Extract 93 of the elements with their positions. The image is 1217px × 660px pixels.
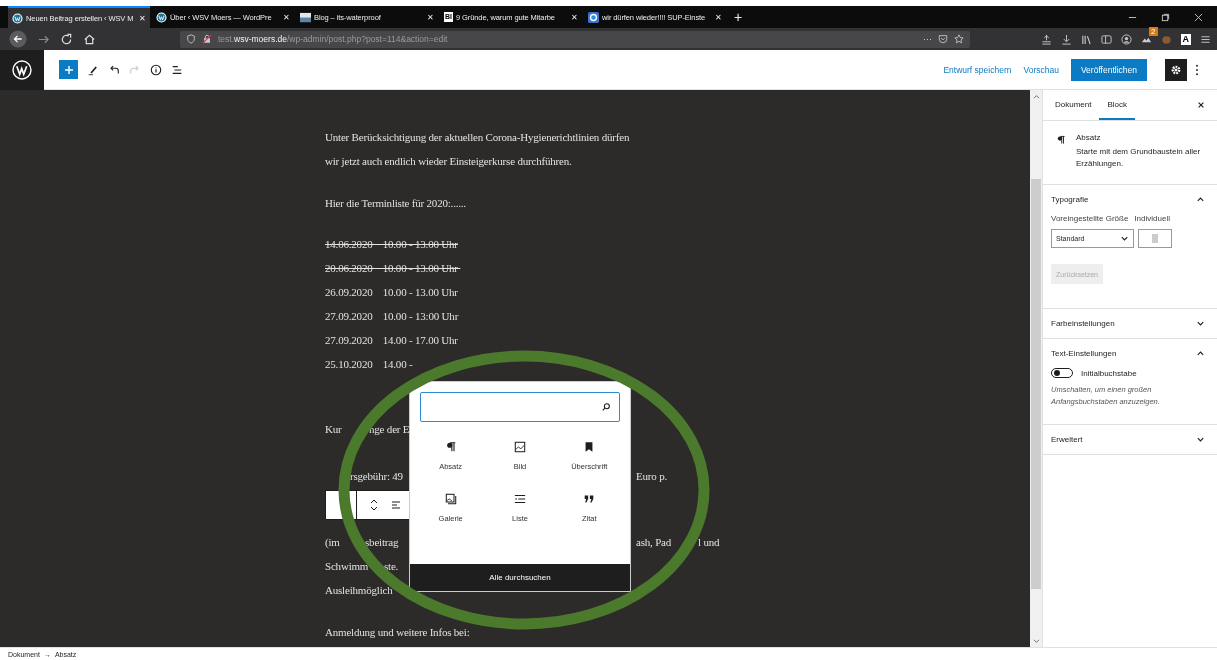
- list-icon: [514, 493, 526, 505]
- field-label: Individuell: [1134, 214, 1170, 223]
- paragraph-text: Schwimm: [325, 559, 369, 573]
- shield-icon: [186, 34, 196, 44]
- browse-all-button[interactable]: Alle durchsuchen: [410, 564, 630, 591]
- close-icon[interactable]: ✕: [139, 13, 146, 23]
- toggle-switch[interactable]: [1051, 368, 1073, 378]
- scrollbar[interactable]: [1030, 90, 1042, 647]
- account-icon[interactable]: [1120, 33, 1132, 45]
- chevron-icon[interactable]: [1196, 435, 1205, 444]
- block-description: Starte mit dem Grundbaustein aller Erzählungen.: [1076, 146, 1202, 170]
- notification-badge: 2: [1149, 26, 1158, 36]
- chevron-icon[interactable]: [1196, 349, 1205, 358]
- paragraph-text: 25.10.2020 14.00 -: [325, 357, 413, 371]
- quote-icon: [583, 493, 596, 505]
- paragraph-text: Anmeldung und weitere Infos bei:: [325, 625, 470, 639]
- paragraph-text: 27.09.2020 14.00 - 17.00 Uhr: [325, 333, 458, 347]
- thumbnail-icon: [300, 11, 311, 23]
- wordpress-icon: [156, 11, 167, 23]
- library-icon[interactable]: [1080, 33, 1092, 45]
- header-link[interactable]: Vorschau: [1021, 64, 1061, 75]
- back-icon[interactable]: [9, 30, 27, 48]
- insecure-lock-icon: [202, 34, 212, 44]
- gallery-icon: [444, 493, 457, 505]
- list-view-icon[interactable]: [171, 63, 183, 76]
- undo-icon[interactable]: [108, 63, 120, 76]
- home-icon[interactable]: [83, 32, 96, 46]
- wordpress-logo[interactable]: [0, 49, 44, 90]
- block-title: Absatz: [1076, 133, 1102, 142]
- paragraph-text: sbeitrag: [365, 535, 399, 549]
- search-field[interactable]: [420, 392, 620, 422]
- paragraph-text: l und: [698, 535, 720, 549]
- gear-icon: [1170, 63, 1182, 76]
- paragraph-text: Unter Berücksichtigung der aktuellen Corona-Hygienerichtlinien dürfen: [325, 130, 630, 144]
- search-icon: [601, 402, 611, 412]
- panel-title[interactable]: Erweitert: [1051, 435, 1083, 444]
- field-label: Voreingestellte Größe: [1051, 214, 1129, 223]
- url-text[interactable]: test.wsv-moers.de/wp-admin/post.php?post=114&action=edit: [218, 34, 917, 44]
- reload-icon[interactable]: [60, 32, 73, 46]
- paragraph-text: (im: [325, 535, 340, 549]
- panel-title[interactable]: Typografie: [1051, 195, 1089, 204]
- restore-icon[interactable]: [1161, 12, 1170, 22]
- info-icon[interactable]: [150, 63, 162, 76]
- number-field[interactable]: [1138, 229, 1172, 248]
- sidebar-tab[interactable]: Block: [1099, 90, 1136, 120]
- paragraph-text: 26.09.2020 10.00 - 13.00 Uhr: [325, 285, 458, 299]
- paragraph-text: nge der E: [369, 422, 410, 436]
- globe-icon: [588, 11, 599, 23]
- extension-button[interactable]: A: [1180, 33, 1191, 45]
- more-options-icon[interactable]: [1195, 63, 1199, 76]
- paragraph-text: rsgebühr: 49: [350, 469, 403, 483]
- paragraph-text: 14.06.2020 10.00 - 13.00 Uhr: [325, 237, 458, 251]
- paragraph-text: Hier die Terminliste für 2020:......: [325, 196, 466, 210]
- paragraph-text: 20.06.2020 10.00 - 13.00 Uhr: [325, 261, 459, 275]
- publish-button[interactable]: Veröffentlichen: [1070, 58, 1147, 81]
- paragraph-text: ste.: [384, 559, 399, 573]
- new-tab-icon[interactable]: +: [734, 9, 743, 25]
- toggle-label: Initialbuchstabe: [1081, 368, 1137, 378]
- chevron-icon[interactable]: [1196, 195, 1205, 204]
- menu-icon[interactable]: [1200, 33, 1211, 45]
- chevron-icon[interactable]: [1196, 319, 1205, 328]
- close-icon[interactable]: [1197, 101, 1205, 109]
- close-icon[interactable]: ✕: [427, 12, 434, 22]
- chevron-down-icon: [1120, 234, 1129, 243]
- align-icon[interactable]: [391, 498, 401, 512]
- sidebar-icon[interactable]: [1100, 33, 1112, 45]
- settings-button[interactable]: [1165, 58, 1187, 81]
- paragraph-text: wir jetzt auch endlich wieder Einsteigerkurse durchführen.: [325, 154, 572, 168]
- paragraph-text: 27.09.2020 10.00 - 13:00 Uhr: [325, 309, 459, 323]
- paragraph-text: Ausleihmöglich: [325, 583, 393, 597]
- address-bar[interactable]: test.wsv-moers.de/wp-admin/post.php?post=114&action=edit ···: [180, 30, 970, 48]
- paragraph-text: Euro p.: [636, 469, 667, 483]
- panel-title[interactable]: Text-Einstellungen: [1051, 349, 1117, 358]
- paragraph-text: Kur: [325, 422, 342, 436]
- pocket-icon[interactable]: [938, 34, 948, 44]
- close-icon[interactable]: ✕: [715, 12, 722, 22]
- close-icon[interactable]: ✕: [571, 12, 578, 22]
- header-link[interactable]: Entwurf speichern: [941, 64, 1014, 75]
- star-icon[interactable]: [954, 34, 964, 44]
- sidebar-tab[interactable]: Dokument: [1047, 90, 1100, 120]
- plus-icon: [63, 64, 74, 75]
- wordpress-icon: [12, 12, 23, 24]
- tray-icon[interactable]: [1040, 33, 1052, 45]
- image-icon: [514, 441, 526, 453]
- add-block-button[interactable]: [59, 60, 78, 79]
- move-arrows-icon[interactable]: [369, 498, 379, 512]
- panel-title[interactable]: Farbeinstellungen: [1051, 319, 1115, 328]
- pilcrow-icon: [1056, 135, 1066, 145]
- close-icon[interactable]: ✕: [283, 12, 290, 22]
- page-actions-button[interactable]: ···: [923, 34, 932, 44]
- pilcrow-icon: [444, 441, 457, 453]
- paragraph-text: ash, Pad: [636, 535, 672, 549]
- download-icon[interactable]: [1060, 33, 1072, 45]
